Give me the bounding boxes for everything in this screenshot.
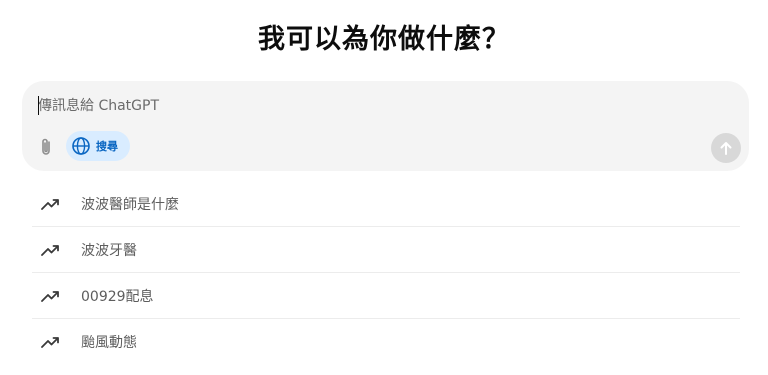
text-caret (38, 96, 39, 115)
chatgpt-home: 我可以為你做什麼？ 搜尋 波波醫師是什 (0, 0, 768, 375)
suggestion-item[interactable]: 00929配息 (32, 273, 740, 319)
suggestion-item[interactable]: 波波牙醫 (32, 227, 740, 273)
message-input[interactable] (38, 95, 678, 117)
page-title: 我可以為你做什麼？ (258, 24, 510, 55)
send-button[interactable] (711, 133, 741, 163)
trending-up-icon (41, 197, 65, 211)
globe-icon (72, 137, 90, 155)
suggestion-item[interactable]: 波波醫師是什麼 (32, 181, 740, 227)
trending-up-icon (41, 243, 65, 257)
trending-up-icon (41, 335, 65, 349)
suggestion-label: 波波醫師是什麼 (81, 196, 179, 213)
search-toggle-button[interactable]: 搜尋 (66, 131, 130, 161)
suggestion-label: 00929配息 (81, 288, 154, 305)
attach-button[interactable] (35, 135, 57, 159)
paperclip-icon (42, 138, 50, 155)
suggestion-label: 颱風動態 (81, 335, 137, 351)
suggestion-item[interactable]: 颱風動態 (32, 319, 740, 365)
suggestion-label: 波波牙醫 (81, 242, 137, 259)
message-composer: 搜尋 (22, 81, 749, 171)
search-toggle-label: 搜尋 (96, 140, 118, 153)
trending-suggestions: 波波醫師是什麼 波波牙醫 00929配息 颱風動態 (32, 181, 740, 365)
arrow-up-icon (720, 142, 732, 155)
trending-up-icon (41, 289, 65, 303)
